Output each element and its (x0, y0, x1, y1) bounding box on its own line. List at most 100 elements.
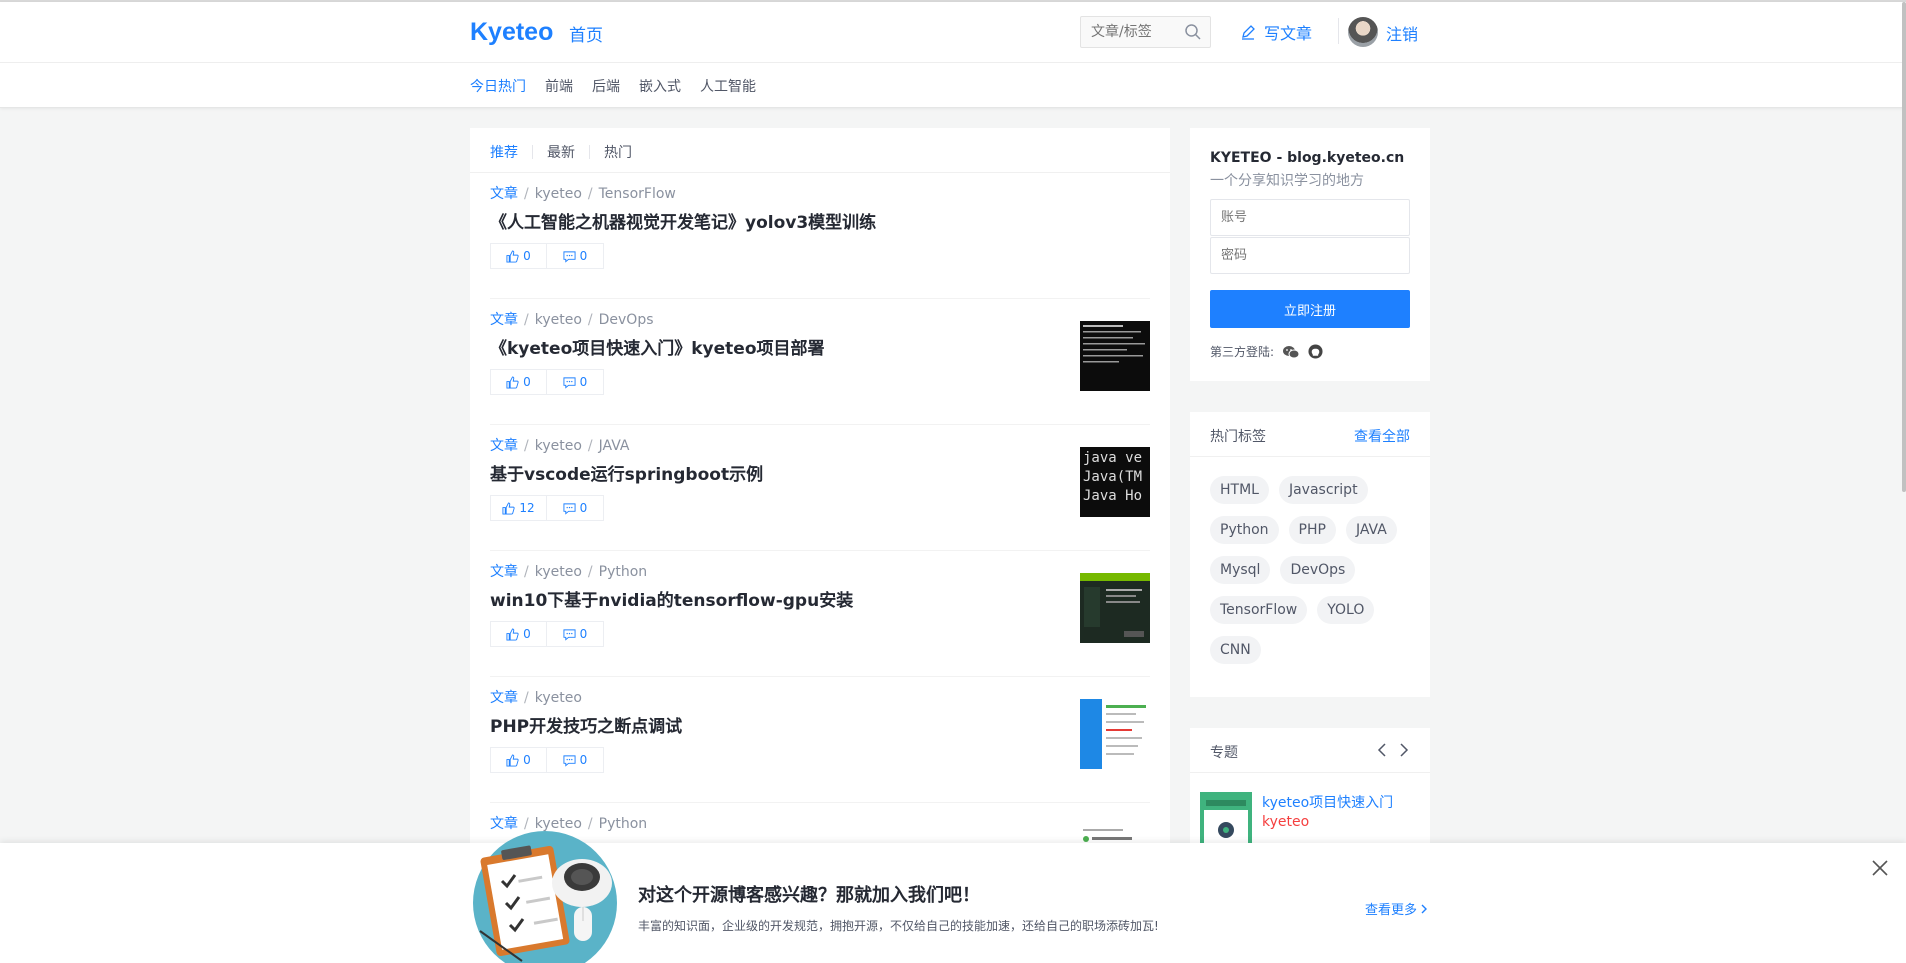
like-button[interactable]: 0 (490, 243, 547, 269)
article-tag[interactable]: DevOps (599, 312, 654, 328)
article-author[interactable]: kyeteo (535, 564, 582, 580)
article-type[interactable]: 文章 (490, 312, 518, 328)
article-title[interactable]: 基于vscode运行springboot示例 (490, 460, 763, 485)
close-icon[interactable] (1870, 858, 1890, 878)
article-actions: 0 0 (490, 747, 604, 773)
meta-separator: / (587, 564, 593, 580)
sort-tab-latest[interactable]: 最新 (547, 142, 575, 162)
avatar[interactable] (1348, 17, 1378, 47)
tab-separator (589, 145, 590, 159)
search-icon[interactable] (1184, 23, 1202, 41)
comment-button[interactable]: 0 (547, 621, 604, 647)
nav-home-link[interactable]: 首页 (569, 21, 603, 46)
banner-subtitle: 丰富的知识面，企业级的开发规范，拥抱开源，不仅给自己的技能加速，还给自己的职场添… (638, 919, 1159, 933)
article-actions: 0 0 (490, 621, 604, 647)
article-item[interactable]: 文章 / kyeteo PHP开发技巧之断点调试 0 0 (470, 677, 1170, 803)
page-scrollbar[interactable] (1902, 2, 1906, 492)
article-type[interactable]: 文章 (490, 438, 518, 454)
meta-separator: / (524, 690, 529, 706)
comment-count: 0 (579, 753, 588, 767)
tag-chip[interactable]: YOLO (1317, 596, 1375, 624)
category-frontend[interactable]: 前端 (545, 76, 573, 96)
like-button[interactable]: 0 (490, 369, 547, 395)
article-item[interactable]: 文章 / kyeteo / DevOps 《kyeteo项目快速入门》kyeteo项目部… (470, 299, 1170, 425)
tag-chip[interactable]: JAVA (1345, 516, 1397, 544)
tag-chip[interactable]: TensorFlow (1210, 596, 1308, 624)
article-item[interactable]: 文章 / kyeteo / Python win10下基于nvidia的tensorfl… (470, 551, 1170, 677)
comment-button[interactable]: 0 (547, 243, 604, 269)
article-item[interactable]: 文章 / kyeteo / TensorFlow 《人工智能之机器视觉开发笔记》yolo… (470, 173, 1170, 299)
category-backend[interactable]: 后端 (592, 76, 620, 96)
sort-tabs: 推荐 最新 热门 (490, 142, 632, 162)
tag-list: HTML Javascript Python PHP JAVA Mysql DevOps Te… (1210, 476, 1420, 664)
topic-thumbnail[interactable] (1200, 792, 1252, 844)
topic-title-link[interactable]: kyeteo项目快速入门 (1262, 792, 1393, 812)
article-tag[interactable]: Python (599, 564, 648, 580)
register-button[interactable]: 立即注册 (1210, 290, 1410, 328)
article-title[interactable]: PHP开发技巧之断点调试 (490, 712, 682, 737)
thumbs-up-icon (506, 375, 519, 389)
tag-chip[interactable]: Javascript (1278, 476, 1368, 504)
tag-chip[interactable]: DevOps (1280, 556, 1356, 584)
category-ai[interactable]: 人工智能 (700, 76, 756, 96)
meta-separator: / (524, 312, 529, 328)
article-type[interactable]: 文章 (490, 564, 518, 580)
article-type[interactable]: 文章 (490, 186, 518, 202)
like-button[interactable]: 12 (490, 495, 547, 521)
article-thumbnail[interactable] (1080, 699, 1150, 769)
article-title[interactable]: 《kyeteo项目快速入门》kyeteo项目部署 (490, 334, 825, 359)
comment-icon (563, 502, 576, 515)
logout-link[interactable]: 注销 (1386, 21, 1418, 45)
tag-chip[interactable]: PHP (1288, 516, 1336, 544)
tag-chip[interactable]: Mysql (1210, 556, 1271, 584)
view-more-link[interactable]: 查看更多 (1365, 899, 1428, 918)
article-tag[interactable]: JAVA (599, 438, 630, 454)
category-hot-today[interactable]: 今日热门 (470, 76, 526, 96)
article-thumbnail[interactable] (1080, 573, 1150, 643)
category-embedded[interactable]: 嵌入式 (639, 76, 681, 96)
article-title[interactable]: 《人工智能之机器视觉开发笔记》yolov3模型训练 (490, 208, 876, 233)
article-author[interactable]: kyeteo (535, 312, 582, 328)
logo[interactable]: Kyeteo (470, 18, 553, 47)
tag-chip[interactable]: CNN (1210, 636, 1261, 664)
password-input[interactable] (1210, 237, 1410, 274)
write-article-label: 写文章 (1264, 24, 1313, 43)
article-meta: 文章 / kyeteo / Python (490, 561, 647, 581)
chevron-right-icon[interactable] (1398, 741, 1410, 759)
article-thumbnail[interactable]: java ve Java(TM Java Ho (1080, 447, 1150, 517)
tag-chip[interactable]: HTML (1210, 476, 1269, 504)
article-title[interactable]: win10下基于nvidia的tensorflow-gpu安装 (490, 586, 853, 611)
article-author[interactable]: kyeteo (535, 690, 582, 706)
article-actions: 12 0 (490, 495, 604, 521)
article-thumbnail[interactable] (1080, 321, 1150, 391)
write-article-button[interactable]: 写文章 (1240, 20, 1312, 44)
comment-button[interactable]: 0 (547, 495, 604, 521)
wechat-icon[interactable] (1282, 345, 1300, 359)
article-item[interactable]: 文章 / kyeteo / JAVA 基于vscode运行springboot示例 12… (470, 425, 1170, 551)
meta-separator: / (524, 564, 529, 580)
topic-author[interactable]: kyeteo (1262, 814, 1309, 830)
search-input[interactable] (1081, 17, 1181, 47)
view-all-tags-link[interactable]: 查看全部 (1354, 426, 1410, 446)
chevron-left-icon[interactable] (1376, 741, 1388, 759)
article-actions: 0 0 (490, 369, 604, 395)
article-author[interactable]: kyeteo (535, 438, 582, 454)
comment-button[interactable]: 0 (547, 747, 604, 773)
comment-count: 0 (579, 249, 588, 263)
like-button[interactable]: 0 (490, 747, 547, 773)
article-tag[interactable]: TensorFlow (599, 186, 676, 202)
account-input[interactable] (1210, 199, 1410, 236)
like-button[interactable]: 0 (490, 621, 547, 647)
like-count: 0 (523, 753, 531, 767)
comment-button[interactable]: 0 (547, 369, 604, 395)
sort-tab-hot[interactable]: 热门 (604, 142, 632, 162)
third-party-label: 第三方登陆: (1210, 345, 1275, 359)
article-author[interactable]: kyeteo (535, 186, 582, 202)
article-type[interactable]: 文章 (490, 690, 518, 706)
svg-text:Java Ho: Java Ho (1083, 488, 1142, 504)
github-icon[interactable] (1308, 344, 1323, 359)
tag-chip[interactable]: Python (1210, 516, 1279, 544)
sort-tab-recommended[interactable]: 推荐 (490, 142, 518, 162)
clipboard-checklist-illustration (473, 831, 617, 963)
pen-icon (1242, 25, 1255, 40)
